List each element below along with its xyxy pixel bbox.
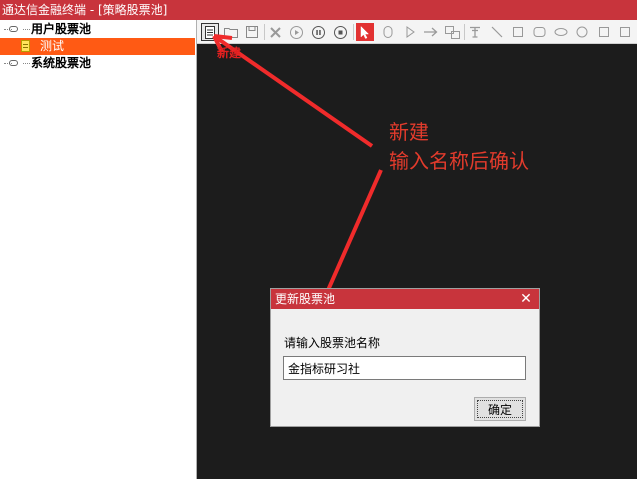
rect-button[interactable] bbox=[509, 23, 527, 41]
link-icon bbox=[9, 60, 18, 66]
select-pointer-icon bbox=[360, 25, 370, 39]
stock-pool-tree: 用户股票池 测试 系统股票池 bbox=[0, 20, 197, 479]
run-button[interactable] bbox=[287, 23, 305, 41]
close-icon[interactable]: ✕ bbox=[519, 289, 533, 309]
oval-icon bbox=[554, 28, 568, 36]
pool-name-input[interactable] bbox=[283, 356, 526, 380]
link-icon bbox=[9, 26, 18, 32]
open-button[interactable] bbox=[222, 23, 240, 41]
shape2-button[interactable] bbox=[616, 23, 634, 41]
stop-button[interactable] bbox=[331, 23, 349, 41]
dialog-title: 更新股票池 bbox=[271, 289, 539, 309]
new-button[interactable] bbox=[201, 23, 219, 41]
delete-button[interactable] bbox=[266, 23, 284, 41]
rounded-rect-button[interactable] bbox=[530, 23, 548, 41]
rect-icon bbox=[513, 27, 523, 37]
arrow-icon bbox=[424, 27, 438, 37]
annotation-new-label: 新建 bbox=[217, 46, 242, 60]
pause-button[interactable] bbox=[309, 23, 327, 41]
line-icon bbox=[491, 26, 503, 38]
triangle-button[interactable] bbox=[401, 23, 419, 41]
tree-item-label: 用户股票池 bbox=[31, 22, 92, 36]
new-icon bbox=[205, 25, 215, 39]
play-outline-icon bbox=[406, 26, 415, 38]
open-icon bbox=[224, 28, 238, 38]
dialog-prompt: 请输入股票池名称 bbox=[284, 336, 381, 350]
circle-icon bbox=[576, 26, 588, 38]
update-pool-dialog: 更新股票池 ✕ 请输入股票池名称 确定 bbox=[270, 288, 540, 427]
annotation-line-2: 输入名称后确认 bbox=[389, 149, 529, 173]
document-icon bbox=[21, 40, 30, 52]
run-icon bbox=[289, 25, 303, 39]
tree-item-test[interactable]: 测试 bbox=[0, 38, 195, 55]
tree-item-label: 系统股票池 bbox=[31, 56, 92, 70]
ellipse-button[interactable] bbox=[379, 23, 397, 41]
circle-button[interactable] bbox=[573, 23, 591, 41]
ok-button[interactable]: 确定 bbox=[474, 397, 526, 421]
oval-button[interactable] bbox=[552, 23, 570, 41]
delete-icon bbox=[269, 26, 281, 38]
text-icon bbox=[470, 26, 480, 38]
window-title: 通达信金融终端 - [策略股票池] bbox=[2, 3, 168, 17]
text-button[interactable] bbox=[466, 23, 484, 41]
select-pointer-button[interactable] bbox=[356, 23, 374, 41]
ellipse-icon bbox=[383, 26, 393, 38]
copy-icon bbox=[444, 25, 460, 39]
annotation-instruction: 新建 输入名称后确认 bbox=[389, 118, 529, 176]
pause-icon bbox=[311, 25, 325, 39]
line-button[interactable] bbox=[488, 23, 506, 41]
rounded-rect-icon bbox=[533, 27, 545, 37]
shape-button[interactable] bbox=[595, 23, 613, 41]
stop-icon bbox=[333, 25, 347, 39]
save-icon bbox=[246, 26, 258, 38]
save-button[interactable] bbox=[243, 23, 261, 41]
window-title-bar: 通达信金融终端 - [策略股票池] bbox=[0, 0, 637, 20]
shape2-icon bbox=[620, 27, 630, 37]
tree-item-system-pool[interactable]: 系统股票池 bbox=[0, 55, 195, 72]
arrow-button[interactable] bbox=[422, 23, 440, 41]
copy-button[interactable] bbox=[443, 23, 461, 41]
annotation-line-1: 新建 bbox=[389, 120, 429, 144]
tree-item-user-pool[interactable]: 用户股票池 bbox=[0, 21, 195, 38]
toolbar bbox=[197, 20, 637, 44]
tree-item-label: 测试 bbox=[40, 39, 65, 53]
shape-icon bbox=[599, 27, 609, 37]
